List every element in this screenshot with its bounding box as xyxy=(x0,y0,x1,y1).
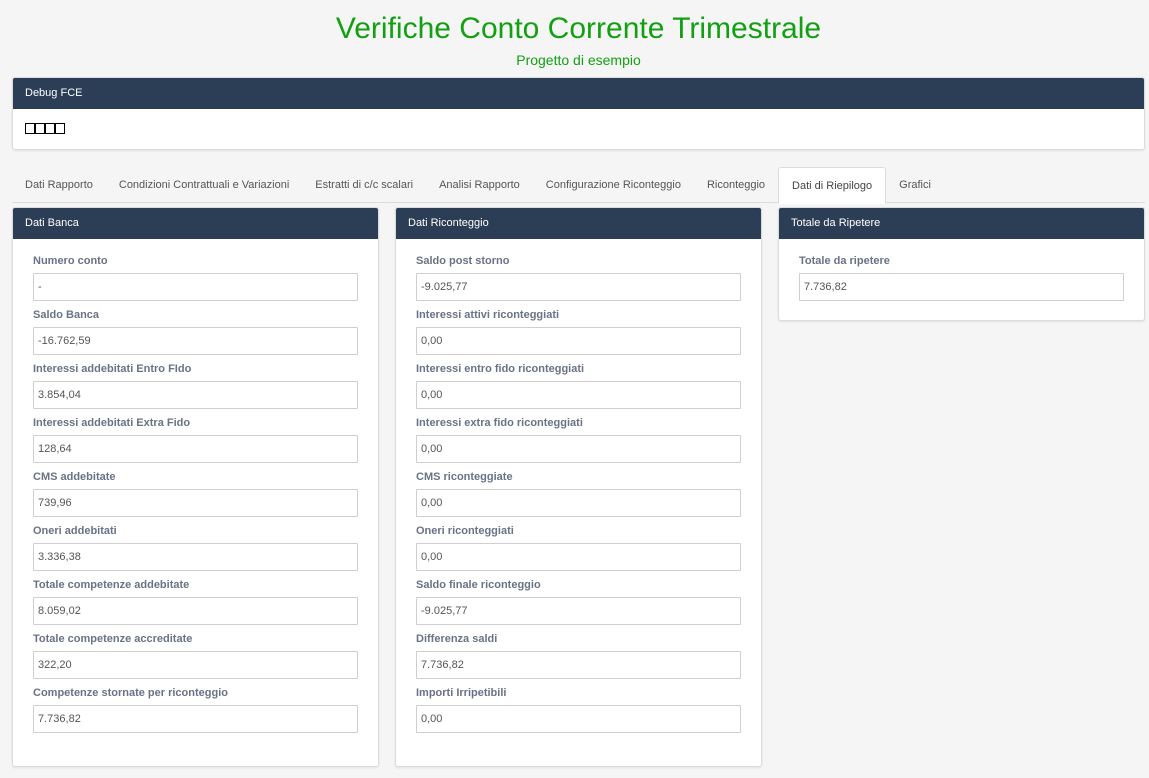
debug-panel-title: Debug FCE xyxy=(25,87,83,99)
tab-bar: Dati Rapporto Condizioni Contrattuali e … xyxy=(12,167,1145,204)
field-label: Interessi entro fido riconteggiati xyxy=(416,363,585,375)
dati-riconteggio-panel: Dati Riconteggio Saldo post storno -9.02… xyxy=(395,207,762,767)
field-label: Saldo finale riconteggio xyxy=(416,579,541,591)
tab-dati-riepilogo[interactable]: Dati di Riepilogo xyxy=(778,167,887,204)
tab-riconteggio[interactable]: Riconteggio xyxy=(694,167,778,203)
interessi-entro-fido-ric-field[interactable]: 0,00 xyxy=(416,381,741,409)
totale-ripetere-panel: Totale da Ripetere Totale da ripetere 7.… xyxy=(778,207,1145,321)
placeholder-box-icon xyxy=(45,123,55,134)
debug-panel: Debug FCE xyxy=(12,77,1145,150)
field-label: Totale competenze addebitate xyxy=(33,579,190,591)
field-label: Saldo Banca xyxy=(33,309,100,321)
interessi-extra-fido-field[interactable]: 128,64 xyxy=(33,435,358,463)
tab-condizioni-contrattuali[interactable]: Condizioni Contrattuali e Variazioni xyxy=(106,167,302,203)
dati-riconteggio-header: Dati Riconteggio xyxy=(396,208,761,239)
oneri-addebitati-field[interactable]: 3.336,38 xyxy=(33,543,358,571)
totale-competenze-accreditate-field[interactable]: 322,20 xyxy=(33,651,358,679)
saldo-banca-field[interactable]: -16.762,59 xyxy=(33,327,358,355)
placeholder-box-icon xyxy=(25,123,35,134)
field-label: Interessi addebitati Extra Fido xyxy=(33,417,191,429)
dati-banca-header: Dati Banca xyxy=(13,208,378,239)
cms-addebitate-field[interactable]: 739,96 xyxy=(33,489,358,517)
field-label: Interessi attivi riconteggiati xyxy=(416,309,560,321)
page-subtitle: Progetto di esempio xyxy=(516,52,641,68)
field-label: CMS addebitate xyxy=(33,471,116,483)
interessi-attivi-field[interactable]: 0,00 xyxy=(416,327,741,355)
totale-da-ripetere-field[interactable]: 7.736,82 xyxy=(799,273,1124,301)
tab-grafici[interactable]: Grafici xyxy=(886,167,944,203)
field-label: Oneri riconteggiati xyxy=(416,525,514,537)
field-label: Importi Irripetibili xyxy=(416,687,507,699)
oneri-riconteggiati-field[interactable]: 0,00 xyxy=(416,543,741,571)
placeholder-box-icon xyxy=(35,123,45,134)
interessi-extra-fido-ric-field[interactable]: 0,00 xyxy=(416,435,741,463)
field-label: Saldo post storno xyxy=(416,255,510,267)
debug-panel-header: Debug FCE xyxy=(13,78,1144,109)
cms-riconteggiate-field[interactable]: 0,00 xyxy=(416,489,741,517)
field-label: CMS riconteggiate xyxy=(416,471,513,483)
tab-dati-rapporto[interactable]: Dati Rapporto xyxy=(12,167,106,203)
numero-conto-field[interactable]: - xyxy=(33,273,358,301)
field-label: Totale competenze accreditate xyxy=(33,633,193,645)
placeholder-box-icon xyxy=(55,123,65,134)
saldo-finale-field[interactable]: -9.025,77 xyxy=(416,597,741,625)
field-label: Competenze stornate per riconteggio xyxy=(33,687,228,699)
field-label: Numero conto xyxy=(33,255,108,267)
tab-estratti-scalari[interactable]: Estratti di c/c scalari xyxy=(302,167,426,203)
field-label: Interessi extra fido riconteggiati xyxy=(416,417,583,429)
debug-content xyxy=(25,123,65,135)
page: Verifiche Conto Corrente Trimestrale Pro… xyxy=(0,0,1149,778)
saldo-post-storno-field[interactable]: -9.025,77 xyxy=(416,273,741,301)
totale-competenze-addebitate-field[interactable]: 8.059,02 xyxy=(33,597,358,625)
field-label: Interessi addebitati Entro FIdo xyxy=(33,363,192,375)
competenze-stornate-field[interactable]: 7.736,82 xyxy=(33,705,358,733)
dati-banca-panel: Dati Banca Numero conto - Saldo Banca -1… xyxy=(12,207,379,767)
totale-ripetere-header: Totale da Ripetere xyxy=(779,208,1144,239)
tab-configurazione-riconteggio[interactable]: Configurazione Riconteggio xyxy=(533,167,694,203)
interessi-entro-fido-field[interactable]: 3.854,04 xyxy=(33,381,358,409)
importi-irripetibili-field[interactable]: 0,00 xyxy=(416,705,741,733)
tab-analisi-rapporto[interactable]: Analisi Rapporto xyxy=(426,167,533,203)
field-label: Oneri addebitati xyxy=(33,525,117,537)
differenza-saldi-field[interactable]: 7.736,82 xyxy=(416,651,741,679)
page-title: Verifiche Conto Corrente Trimestrale xyxy=(335,12,822,45)
field-label: Totale da ripetere xyxy=(799,255,890,267)
field-label: Differenza saldi xyxy=(416,633,498,645)
